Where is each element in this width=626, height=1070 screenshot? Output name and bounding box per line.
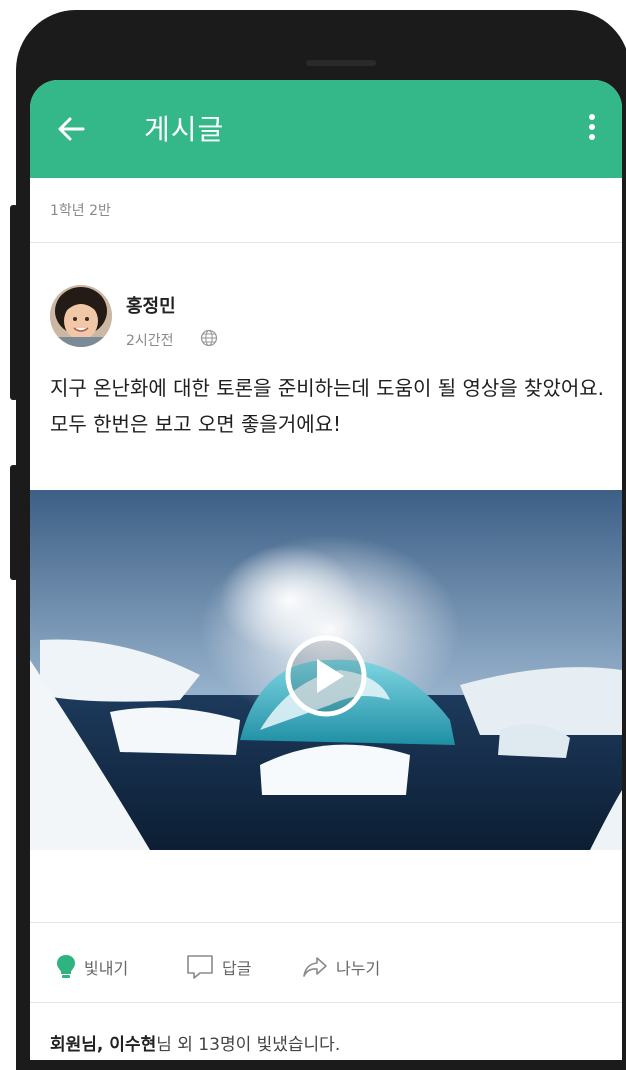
reply-button[interactable]: 답글 xyxy=(186,950,251,984)
avatar[interactable] xyxy=(50,285,112,347)
page-title: 게시글 xyxy=(144,113,225,146)
post-body: 지구 온난화에 대한 토론을 준비하는데 도움이 될 영상을 찾았어요. 모두 … xyxy=(50,376,605,436)
divider xyxy=(30,922,622,923)
lightbulb-icon xyxy=(57,955,75,978)
phone-side-button xyxy=(10,205,18,400)
reply-label: 답글 xyxy=(222,959,252,978)
share-label: 나누기 xyxy=(336,959,381,978)
group-bar: 1학년 2반 xyxy=(30,178,622,243)
like-summary-name[interactable]: 이수현 xyxy=(109,1035,156,1055)
like-summary-prefix: 회원님, xyxy=(50,1035,110,1055)
author-name[interactable]: 홍정민 xyxy=(126,292,176,318)
like-summary[interactable]: 회원님, 이수현님 외 13명이 빛냈습니다. xyxy=(50,1030,340,1055)
video-thumbnail[interactable] xyxy=(30,490,622,850)
globe-icon xyxy=(200,329,218,347)
back-arrow-icon[interactable] xyxy=(56,114,86,144)
share-button[interactable]: 나누기 xyxy=(302,950,380,984)
like-label: 빛내기 xyxy=(84,959,129,978)
play-icon[interactable] xyxy=(284,634,368,718)
post-time: 2시간전 xyxy=(126,333,174,349)
share-icon xyxy=(303,957,327,977)
divider xyxy=(30,1002,622,1003)
avatar-image xyxy=(50,285,112,347)
comment-icon xyxy=(187,955,213,979)
phone-speaker xyxy=(306,60,376,66)
phone-side-button xyxy=(10,465,18,580)
like-button[interactable]: 빛내기 xyxy=(56,950,128,984)
group-label: 1학년 2반 xyxy=(50,203,111,219)
app-bar: 게시글 xyxy=(30,80,622,178)
app-screen: 게시글 1학년 2반 홍정민 2시간전 지구 온난화에 대한 토론을 준비하는데… xyxy=(30,80,622,1060)
more-vertical-icon[interactable] xyxy=(588,114,596,148)
like-summary-suffix: 님 외 13명이 빛냈습니다. xyxy=(156,1035,341,1055)
